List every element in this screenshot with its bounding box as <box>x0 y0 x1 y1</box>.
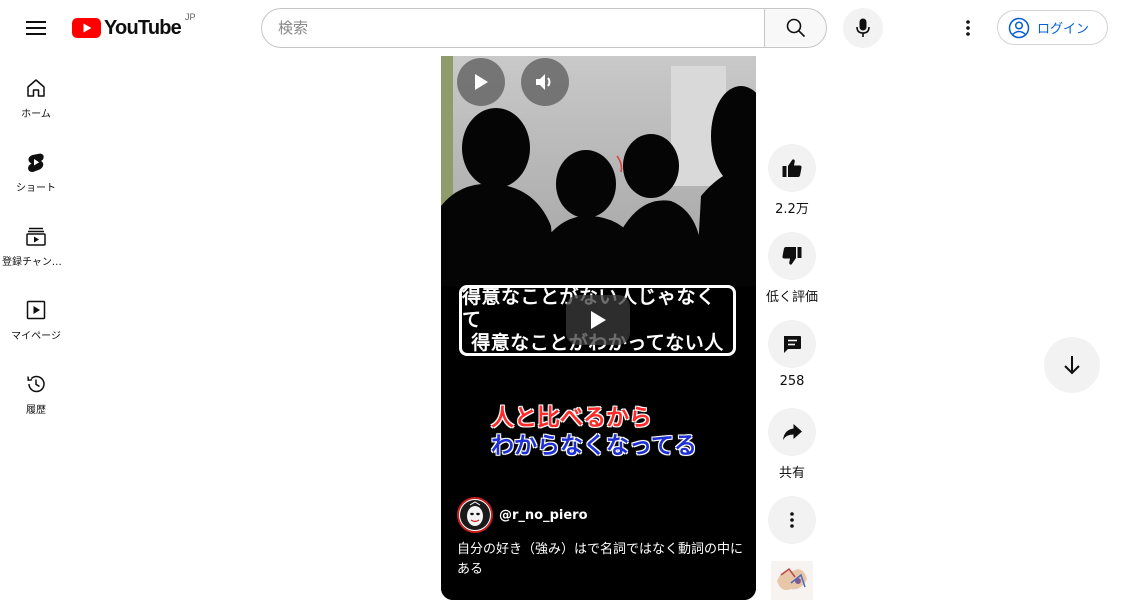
more-vertical-icon <box>790 512 794 528</box>
settings-more-button[interactable] <box>948 8 988 48</box>
comments-button[interactable] <box>768 320 816 368</box>
sidebar-item-label: マイページ <box>11 331 61 342</box>
youtube-play-logo-icon <box>72 18 101 38</box>
comment-icon <box>784 336 801 353</box>
sidebar-item-label: ホーム <box>21 109 51 120</box>
youtube-logo[interactable]: YouTube JP <box>72 12 196 40</box>
more-vertical-icon <box>966 20 970 36</box>
login-button[interactable]: ログイン <box>997 10 1108 45</box>
search-input[interactable] <box>261 8 764 48</box>
arrow-down-icon <box>1064 356 1080 375</box>
menu-button[interactable] <box>16 8 56 48</box>
hamburger-menu-icon <box>26 21 46 35</box>
channel-info: @r_no_piero <box>457 497 588 533</box>
channel-avatar[interactable] <box>457 497 493 533</box>
next-video-button[interactable] <box>1044 337 1100 393</box>
search-button[interactable] <box>764 8 827 48</box>
sidebar-item-label: 履歴 <box>26 405 46 416</box>
sidebar-item-label: 登録チャンネル <box>2 257 70 268</box>
comment-count: 258 <box>779 374 805 389</box>
search-icon <box>786 18 805 38</box>
voice-search-button[interactable] <box>843 8 883 48</box>
dislike-button[interactable] <box>768 232 816 280</box>
shorts-icon <box>28 153 44 173</box>
more-actions-button[interactable] <box>768 496 816 544</box>
sidebar-item-library[interactable]: マイページ <box>0 278 72 352</box>
sidebar-item-subscriptions[interactable]: 登録チャンネル <box>0 204 72 278</box>
thumbs-down-icon <box>782 247 802 265</box>
audio-track-thumbnail[interactable] <box>771 561 813 600</box>
sidebar-item-home[interactable]: ホーム <box>0 56 72 130</box>
center-play-button[interactable] <box>566 295 630 345</box>
share-action: 共有 <box>768 408 816 481</box>
play-icon <box>591 311 606 329</box>
library-icon <box>26 300 46 320</box>
like-button[interactable] <box>768 144 816 192</box>
masthead: YouTube JP ログイン <box>0 0 1124 56</box>
search-bar <box>261 8 827 48</box>
account-circle-icon <box>1008 17 1030 38</box>
dislike-action: 低く評価 <box>766 232 819 305</box>
volume-icon <box>536 74 551 90</box>
play-icon <box>475 74 488 90</box>
sidebar-item-shorts[interactable]: ショート <box>0 130 72 204</box>
sidebar-item-label: ショート <box>16 183 56 194</box>
login-label: ログイン <box>1037 22 1090 37</box>
play-pause-button[interactable] <box>457 58 505 106</box>
channel-handle[interactable]: @r_no_piero <box>499 508 588 523</box>
share-arrow-icon <box>783 424 802 440</box>
like-count: 2.2万 <box>775 202 809 217</box>
video-title[interactable]: 自分の好き（強み）はで名詞ではなく動詞の中にある <box>457 540 747 580</box>
dislike-label: 低く評価 <box>766 290 819 305</box>
history-icon <box>27 375 45 393</box>
audio-cover-image <box>771 561 813 600</box>
sidebar-item-history[interactable]: 履歴 <box>0 352 72 426</box>
microphone-icon <box>856 18 870 37</box>
logo-wordmark: YouTube <box>104 16 182 39</box>
like-action: 2.2万 <box>768 144 816 217</box>
more-actions <box>768 496 816 544</box>
share-button[interactable] <box>768 408 816 456</box>
home-icon <box>27 79 45 97</box>
logo-country-code: JP <box>184 12 196 22</box>
volume-button[interactable] <box>521 58 569 106</box>
shorts-video-player[interactable]: 得意なことがない人じゃなくて 得意なことがわかってない人 人と比べるから わから… <box>441 56 756 600</box>
comments-action: 258 <box>768 320 816 389</box>
pierrot-mask-icon <box>460 500 490 530</box>
subtitle-blue: わからなくなってる <box>491 433 697 459</box>
thumbs-up-icon <box>782 159 802 177</box>
subscriptions-icon <box>26 227 46 246</box>
share-label: 共有 <box>778 466 805 481</box>
